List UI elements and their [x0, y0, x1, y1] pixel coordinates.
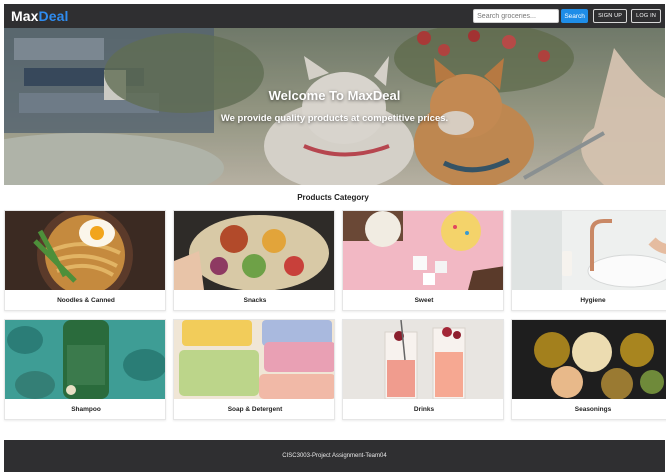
hero-subtitle: We provide quality products at competiti… — [220, 113, 449, 124]
category-image-snacks — [174, 211, 334, 290]
category-label: Noodles & Canned — [57, 297, 115, 304]
hero-title: Welcome To MaxDeal — [268, 88, 401, 103]
category-label: Snacks — [243, 297, 267, 304]
category-card-soap[interactable]: Soap & Detergent — [173, 319, 335, 420]
category-label: Soap & Detergent — [227, 406, 283, 413]
signup-button[interactable]: SIGN UP — [593, 9, 628, 23]
category-image-seasonings — [512, 320, 666, 399]
page: MaxDeal Search SIGN UP LOG IN — [0, 0, 666, 472]
category-image-hygiene — [512, 211, 666, 290]
search-button[interactable]: Search — [561, 9, 589, 23]
category-card-noodles[interactable]: Noodles & Canned — [4, 210, 166, 311]
category-card-hygiene[interactable]: Hygiene — [511, 210, 666, 311]
category-image-sweet — [343, 211, 503, 290]
brand-part-deal: Deal — [38, 8, 69, 24]
hero-image — [4, 28, 665, 185]
category-label: Sweet — [414, 297, 434, 304]
section-title: Products Category — [297, 193, 369, 202]
category-label: Shampoo — [71, 406, 101, 413]
search-input[interactable] — [473, 9, 560, 23]
brand-logo[interactable]: MaxDeal — [11, 8, 69, 24]
navbar: MaxDeal Search SIGN UP LOG IN — [4, 4, 665, 28]
category-card-drinks[interactable]: Drinks — [342, 319, 504, 420]
category-card-seasonings[interactable]: Seasonings — [511, 319, 666, 420]
category-label: Hygiene — [580, 297, 606, 304]
category-image-noodles — [5, 211, 165, 290]
category-card-snacks[interactable]: Snacks — [173, 210, 335, 311]
category-image-drinks — [343, 320, 503, 399]
category-card-sweet[interactable]: Sweet — [342, 210, 504, 311]
category-image-soap — [174, 320, 334, 399]
nav-actions: Search SIGN UP LOG IN — [473, 9, 661, 23]
category-card-shampoo[interactable]: Shampoo — [4, 319, 166, 420]
footer-text: CISC3003-Project Assignment-Team04 — [282, 453, 387, 459]
brand-part-max: Max — [11, 8, 39, 24]
footer: CISC3003-Project Assignment-Team04 — [4, 440, 665, 472]
hero-banner: Welcome To MaxDeal We provide quality pr… — [4, 28, 665, 185]
category-label: Drinks — [413, 406, 435, 413]
category-image-shampoo — [5, 320, 165, 399]
category-label: Seasonings — [574, 406, 612, 413]
login-button[interactable]: LOG IN — [631, 9, 661, 23]
